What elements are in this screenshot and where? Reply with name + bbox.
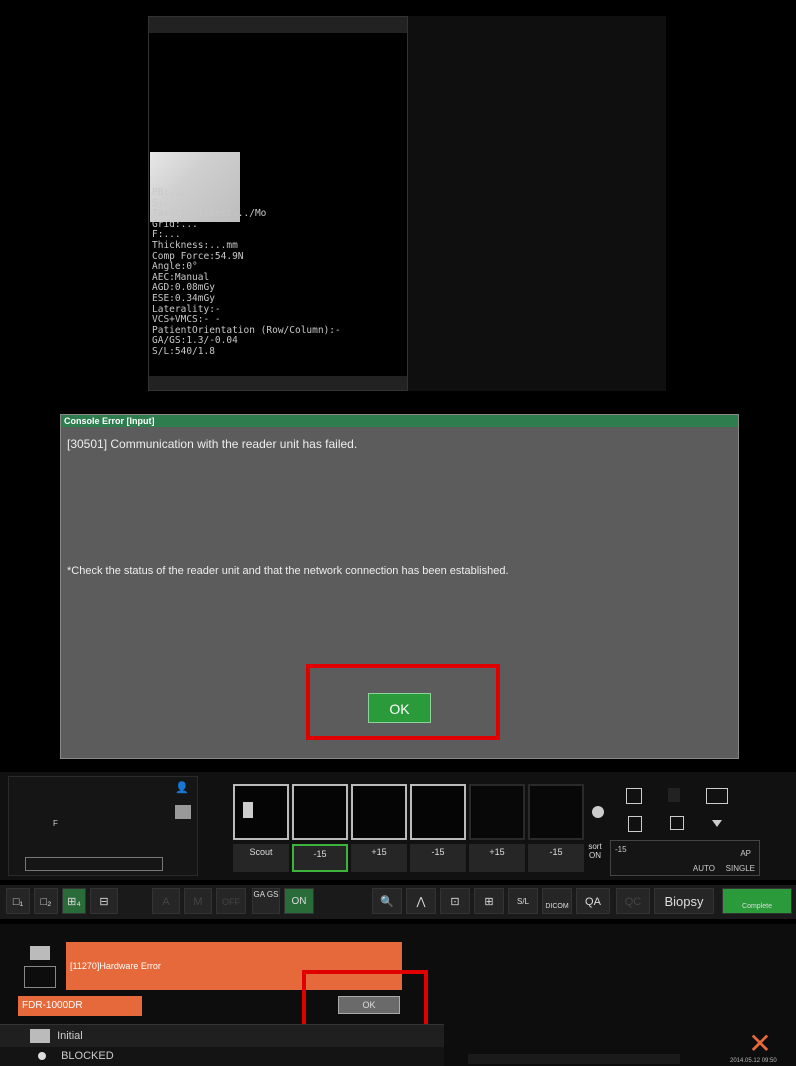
complete-button[interactable]: Complete — [722, 888, 792, 914]
view-label: AP — [740, 849, 751, 858]
thumbnail-frame-4[interactable] — [410, 784, 466, 840]
progress-track — [468, 1054, 680, 1064]
viewer-top-bar — [149, 17, 407, 33]
upload-icon[interactable] — [24, 966, 56, 988]
a-mode-button: A — [152, 888, 180, 914]
sort-toggle[interactable]: sort ON — [584, 842, 606, 860]
panel-input[interactable] — [25, 857, 163, 871]
mode-label: AUTO — [692, 864, 715, 873]
initial-label: Initial — [57, 1030, 83, 1042]
patient-id-icon[interactable]: 👤 — [175, 781, 191, 795]
add-frame-icon[interactable] — [628, 816, 642, 832]
layout-1-button[interactable]: □₁ — [6, 888, 30, 914]
exposure-info-panel: -15 AP AUTO SINGLE — [610, 840, 760, 876]
patient-info-panel: F 👤 — [8, 776, 198, 876]
search-icon[interactable]: 🔍 — [372, 888, 402, 914]
thumbnail-frame-2[interactable] — [292, 784, 348, 840]
swap-icon[interactable] — [626, 788, 642, 804]
chevron-down-icon[interactable] — [712, 820, 722, 827]
off-button: OFF — [216, 888, 246, 914]
grid-small-icon — [30, 946, 50, 960]
status-dot-icon — [38, 1052, 46, 1061]
qc-button: QC — [616, 888, 650, 914]
image-viewer-right[interactable] — [408, 16, 666, 391]
thumbnail-label-5[interactable]: +15 — [469, 844, 525, 872]
thumbnail-frame-scout[interactable] — [233, 784, 289, 840]
dialog-note: *Check the status of the reader unit and… — [67, 565, 509, 577]
add-image-icon[interactable]: ⊞ — [474, 888, 504, 914]
dialog-message: [30501] Communication with the reader un… — [67, 437, 358, 451]
dicom-button[interactable]: DICOM — [542, 888, 572, 914]
m-mode-button: M — [184, 888, 212, 914]
disabled-icon — [668, 788, 680, 802]
panel-label-f: F — [53, 819, 58, 828]
thumbnail-frame-3[interactable] — [351, 784, 407, 840]
grid-status-icon — [30, 1029, 50, 1044]
single-label: SINGLE — [725, 864, 755, 873]
timestamp: 2014.05.12 09:50 — [730, 1058, 777, 1064]
highlight-ok-box — [306, 664, 500, 740]
curve-icon[interactable]: ⋀ — [406, 888, 436, 914]
on-button[interactable]: ON — [284, 888, 314, 914]
next-arrow-icon[interactable] — [592, 806, 604, 818]
thumbnail-label-6[interactable]: -15 — [528, 844, 584, 872]
edit-icon[interactable] — [706, 788, 728, 804]
thumbnail-label-3[interactable]: +15 — [351, 844, 407, 872]
sort-value: -15 — [615, 845, 627, 854]
folder-icon[interactable] — [175, 805, 191, 819]
sl-button[interactable]: S/L — [508, 888, 538, 914]
dialog-title: Console Error [Input] — [61, 415, 738, 427]
image-overlay-info: PB:... S:... Target/Filter:.../Mo Grid:.… — [152, 187, 341, 357]
thumbnail-label-scout[interactable]: Scout — [233, 844, 289, 872]
status-row-blocked: BLOCKED — [0, 1047, 444, 1066]
ga-gs-button[interactable]: GA GS — [252, 888, 280, 914]
layout-4-button[interactable]: ⊞₄ — [62, 888, 86, 914]
close-icon[interactable]: ✕ — [742, 1030, 778, 1058]
layout-2-button[interactable]: □₂ — [34, 888, 58, 914]
lr-icon[interactable]: ⊡ — [440, 888, 470, 914]
qa-button[interactable]: QA — [576, 888, 610, 914]
device-label: FDR-1000DR — [18, 996, 142, 1016]
thumbnail-frame-6[interactable] — [528, 784, 584, 840]
biopsy-button[interactable]: Biopsy — [654, 888, 714, 914]
viewer-bottom-bar — [149, 376, 407, 390]
thumbnail-frame-5[interactable] — [469, 784, 525, 840]
compare-icon[interactable]: ⊟ — [90, 888, 118, 914]
thumbnail-label-4[interactable]: -15 — [410, 844, 466, 872]
blocked-label: BLOCKED — [61, 1050, 114, 1062]
status-row-initial: Initial — [0, 1024, 444, 1047]
grid-icon[interactable] — [670, 816, 684, 830]
thumbnail-label-2[interactable]: -15 — [292, 844, 348, 872]
